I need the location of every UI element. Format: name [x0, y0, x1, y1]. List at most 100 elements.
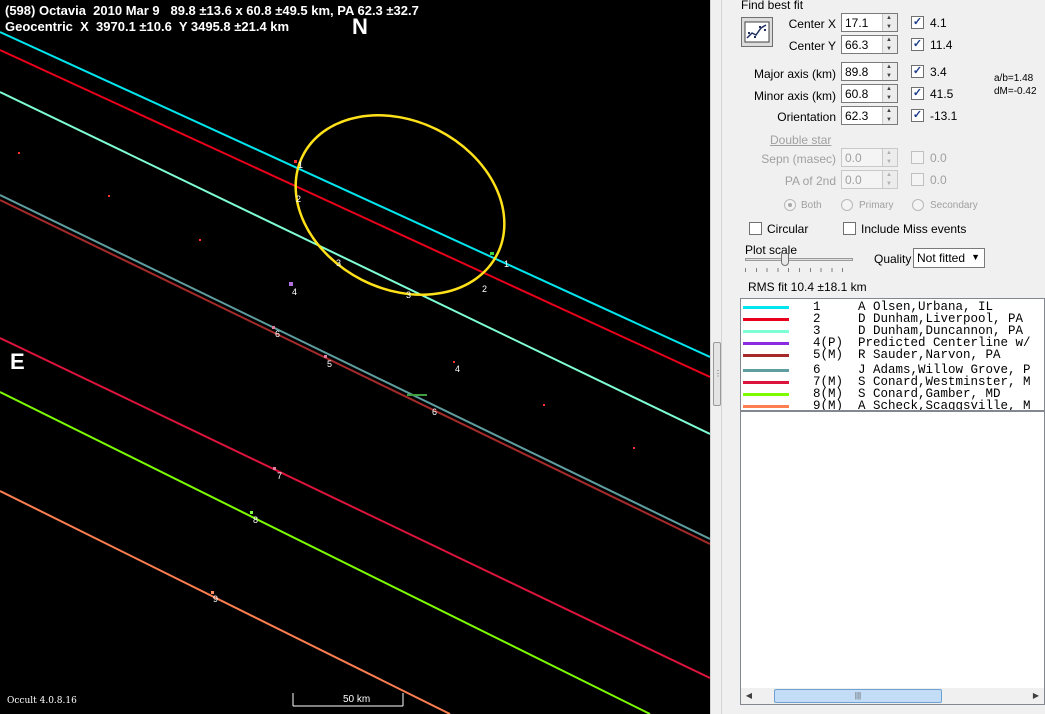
orientation-value: 62.3	[845, 109, 869, 123]
separation-label: Sepn (masec)	[761, 152, 836, 166]
center-y-spinner-icon[interactable]: ▲ ▼	[882, 36, 897, 53]
orientation-checkbox[interactable]: ✓	[911, 109, 924, 122]
minor-axis-spinner-icon[interactable]: ▲ ▼	[882, 85, 897, 102]
circular-checkbox[interactable]	[749, 222, 762, 235]
observer-legend: 1 A Olsen,Urbana, IL 2 D Dunham,Liverpoo…	[740, 298, 1045, 411]
chord-label-2-end: 2	[482, 284, 487, 294]
version-label: Occult 4.0.8.16	[7, 696, 77, 706]
chord-marker	[250, 511, 253, 514]
geocentric-coords: Geocentric X 3970.1 ±10.6 Y 3495.8 ±21.4…	[5, 19, 290, 34]
circular-label: Circular	[767, 222, 809, 236]
radio-primary[interactable]	[841, 199, 853, 211]
pa-second-input[interactable]: 0.0 ▲ ▼	[841, 170, 898, 189]
center-y-label: Center Y	[788, 39, 836, 53]
legend-swatch	[743, 342, 789, 345]
major-axis-input[interactable]: 89.8 ▲ ▼	[841, 62, 898, 81]
major-axis-value: 89.8	[845, 65, 869, 79]
chord-marker	[289, 282, 293, 286]
pa-second-checkbox[interactable]	[911, 173, 924, 186]
quality-value: Not fitted	[917, 251, 966, 265]
include-miss-checkbox[interactable]	[843, 222, 856, 235]
radio-primary-label: Primary	[859, 200, 894, 211]
chord-label-2: 2	[296, 194, 301, 204]
legend-swatch	[743, 318, 789, 321]
orientation-label: Orientation	[777, 110, 836, 124]
chord-marker	[543, 404, 545, 406]
minor-axis-checkbox[interactable]: ✓	[911, 87, 924, 100]
chord-label-3-end: 3	[406, 290, 411, 300]
find-best-fit-label: Find best fit	[741, 0, 804, 12]
pa-second-label: PA of 2nd	[784, 174, 836, 188]
orientation-input[interactable]: 62.3 ▲ ▼	[841, 106, 898, 125]
plot-scale-label: Plot scale	[745, 243, 798, 257]
center-y-checkbox[interactable]: ✓	[911, 38, 924, 51]
chord-line-2	[0, 49, 710, 378]
radio-secondary-label: Secondary	[930, 200, 978, 211]
quality-select[interactable]: Not fitted ▼	[913, 248, 985, 268]
double-star-link[interactable]: Double star	[770, 133, 831, 147]
splitter[interactable]: ⋮	[710, 0, 722, 714]
chord-label-8: 8	[253, 515, 258, 525]
separation-checkbox[interactable]	[911, 151, 924, 164]
include-miss-label: Include Miss events	[861, 222, 967, 236]
event-list[interactable]: ◀ ||| ▶	[740, 411, 1045, 705]
chord-label-5: 5	[327, 359, 332, 369]
chord-marker	[490, 252, 494, 255]
legend-swatch	[743, 306, 789, 309]
chord-label-6-end: 6	[432, 407, 437, 417]
legend-swatch	[743, 393, 789, 396]
center-y-uncertainty: 11.4	[930, 38, 953, 52]
chord-label-4: 4	[292, 287, 297, 297]
axis-ratio: a/b=1.48	[994, 73, 1034, 84]
center-y-value: 66.3	[845, 38, 869, 52]
legend-text: 5(M) R Sauder,Narvon, PA	[813, 348, 1001, 362]
scroll-left-icon[interactable]: ◀	[741, 688, 757, 704]
pa-second-spinner-icon[interactable]: ▲ ▼	[882, 171, 897, 188]
chord-marker	[294, 160, 297, 163]
fit-panel: Find best fit Center X 17.1 ▲ ▼ ✓ 4.1 Cen…	[722, 0, 1045, 714]
legend-text: 9(M) A Scheck,Scaggsville, M	[813, 399, 1031, 411]
chord-line-5	[0, 199, 710, 545]
plot-scale-slider[interactable]	[745, 258, 853, 261]
minor-axis-uncertainty: 41.5	[930, 87, 954, 101]
orientation-spinner-icon[interactable]: ▲ ▼	[882, 107, 897, 124]
scroll-right-icon[interactable]: ▶	[1028, 688, 1044, 704]
splitter-grip-icon[interactable]: ⋮	[713, 342, 722, 406]
legend-swatch	[743, 369, 789, 372]
legend-row-9: 9(M) A Scheck,Scaggsville, M	[741, 399, 1044, 411]
legend-row-5: 5(M) R Sauder,Narvon, PA	[741, 349, 1044, 361]
center-y-input[interactable]: 66.3 ▲ ▼	[841, 35, 898, 54]
center-x-input[interactable]: 17.1 ▲ ▼	[841, 13, 898, 32]
separation-spinner-icon[interactable]: ▲ ▼	[882, 149, 897, 166]
legend-swatch	[743, 381, 789, 384]
delta-magnitude: dM=-0.42	[994, 86, 1037, 97]
scale-label: 50 km	[343, 694, 371, 705]
radio-secondary[interactable]	[912, 199, 924, 211]
minor-axis-input[interactable]: 60.8 ▲ ▼	[841, 84, 898, 103]
chord-marker	[18, 152, 20, 154]
chord-line-1	[0, 31, 710, 358]
quality-label: Quality	[874, 252, 912, 266]
major-axis-checkbox[interactable]: ✓	[911, 65, 924, 78]
occultation-plot[interactable]: 1 2 3 1 2 3 4 6 5 4 6 7 8 9 (598) Octavi…	[0, 0, 710, 714]
center-x-spinner-icon[interactable]: ▲ ▼	[882, 14, 897, 31]
plot-scale-slider-thumb[interactable]	[781, 253, 789, 266]
chord-marker	[407, 394, 427, 396]
chord-line-6	[0, 194, 710, 540]
scrollbar-thumb[interactable]: |||	[774, 689, 942, 703]
center-x-checkbox[interactable]: ✓	[911, 16, 924, 29]
minor-axis-label: Minor axis (km)	[753, 89, 836, 103]
separation-input[interactable]: 0.0 ▲ ▼	[841, 148, 898, 167]
chord-label-7: 7	[277, 471, 282, 481]
chord-line-7	[0, 337, 710, 679]
radio-both[interactable]	[784, 199, 796, 211]
horizontal-scrollbar[interactable]: ◀ ||| ▶	[741, 688, 1044, 704]
center-x-uncertainty: 4.1	[930, 16, 947, 30]
legend-swatch	[743, 354, 789, 357]
radio-both-label: Both	[801, 200, 822, 211]
major-axis-spinner-icon[interactable]: ▲ ▼	[882, 63, 897, 80]
chord-marker	[633, 447, 635, 449]
chord-label-6: 6	[275, 329, 280, 339]
asteroid-profile-ellipse	[294, 114, 506, 296]
major-axis-uncertainty: 3.4	[930, 65, 947, 79]
